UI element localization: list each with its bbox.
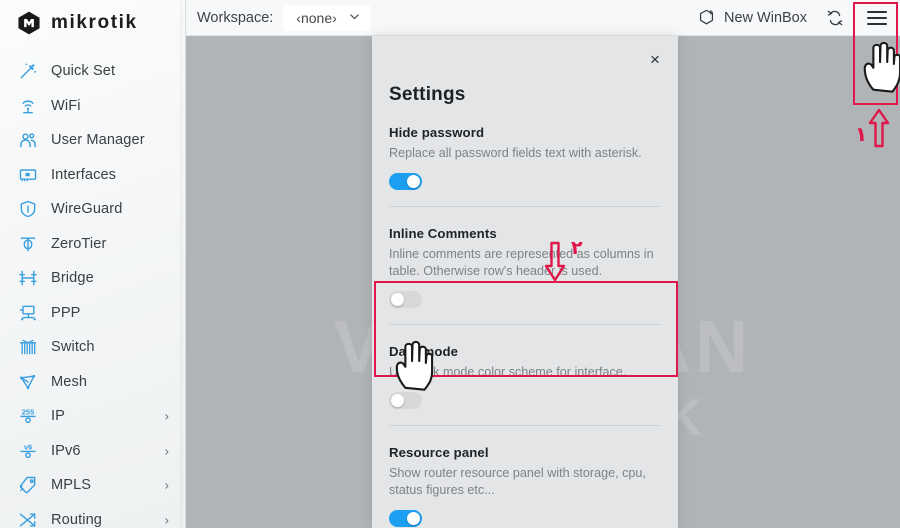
shield-icon	[16, 198, 40, 220]
toggle-knob	[407, 512, 420, 525]
sidebar-item-zerotier[interactable]: ZeroTier	[0, 227, 185, 262]
brand-name: mikrotik	[51, 12, 138, 33]
setting-dark-mode: Dark mode Use dark mode color scheme for…	[389, 324, 661, 409]
sidebar-item-label: WireGuard	[51, 201, 123, 218]
brand-logo: mikrotik	[0, 0, 185, 46]
sidebar-item-label: MPLS	[51, 477, 92, 494]
bridge-icon	[16, 267, 40, 289]
chevron-down-icon	[349, 11, 360, 25]
setting-title: Dark mode	[389, 344, 459, 359]
sidebar-item-mpls[interactable]: MPLS ›	[0, 468, 185, 503]
sidebar: mikrotik Quick Set WiFi User Manager Int…	[0, 0, 186, 528]
new-winbox-button[interactable]: New WinBox	[688, 0, 816, 35]
winbox-web-app: mikrotik Quick Set WiFi User Manager Int…	[0, 0, 900, 528]
ip-255-icon: 255	[16, 405, 40, 427]
sidebar-item-label: Routing	[51, 511, 103, 528]
sidebar-nav: Quick Set WiFi User Manager Interfaces W…	[0, 46, 185, 528]
close-icon[interactable]: ×	[644, 48, 666, 70]
settings-panel: × Settings Hide password Replace all pas…	[372, 36, 678, 528]
sidebar-item-label: IP	[51, 408, 65, 425]
sidebar-item-wifi[interactable]: WiFi	[0, 89, 185, 124]
sidebar-item-label: Switch	[51, 339, 95, 356]
toolbar-actions: New WinBox	[688, 0, 900, 35]
sidebar-item-interfaces[interactable]: Interfaces	[0, 158, 185, 193]
ppp-monitor-icon	[16, 302, 40, 324]
switch-icon	[16, 336, 40, 358]
page-title: Settings	[389, 84, 466, 105]
network-card-icon	[16, 164, 40, 186]
svg-text:v6: v6	[24, 442, 32, 451]
chevron-right-icon: ›	[164, 408, 169, 424]
hamburger-menu-button[interactable]	[854, 0, 900, 36]
inline-comments-toggle[interactable]	[389, 291, 422, 308]
users-icon	[16, 129, 40, 151]
setting-description: Use dark mode color scheme for interface…	[389, 365, 627, 379]
sidebar-item-routing[interactable]: Routing ›	[0, 503, 185, 528]
sidebar-item-label: PPP	[51, 304, 81, 321]
setting-title: Inline Comments	[389, 226, 497, 241]
wand-sparkle-icon	[16, 60, 40, 82]
sync-refresh-icon	[825, 8, 845, 28]
toggle-knob	[391, 293, 404, 306]
new-winbox-cube-icon	[697, 8, 716, 27]
sync-button[interactable]	[816, 0, 854, 35]
chevron-right-icon: ›	[164, 512, 169, 528]
zerotier-icon	[16, 233, 40, 255]
sidebar-item-ip[interactable]: 255 IP ›	[0, 399, 185, 434]
setting-inline-comments: Inline Comments Inline comments are repr…	[389, 206, 661, 308]
setting-description: Show router resource panel with storage,…	[389, 466, 646, 497]
setting-title: Hide password	[389, 125, 485, 140]
sidebar-item-bridge[interactable]: Bridge	[0, 261, 185, 296]
dark-mode-toggle[interactable]	[389, 392, 422, 409]
tag-icon	[16, 474, 40, 496]
sidebar-item-user-manager[interactable]: User Manager	[0, 123, 185, 158]
sidebar-item-quick-set[interactable]: Quick Set	[0, 54, 185, 89]
top-toolbar: Workspace: ‹none› New WinBox	[186, 0, 900, 36]
sidebar-item-label: Interfaces	[51, 166, 117, 183]
toggle-knob	[407, 175, 420, 188]
sidebar-item-label: Mesh	[51, 373, 88, 390]
chevron-right-icon: ›	[164, 443, 169, 459]
svg-text:255: 255	[22, 408, 35, 417]
sidebar-item-label: WiFi	[51, 97, 81, 114]
workspace-value: ‹none›	[296, 9, 337, 26]
sidebar-item-label: IPv6	[51, 442, 81, 459]
resource-panel-toggle[interactable]	[389, 510, 422, 527]
sidebar-item-label: Quick Set	[51, 63, 116, 80]
sidebar-item-mesh[interactable]: Mesh	[0, 365, 185, 400]
setting-description: Inline comments are represented as colum…	[389, 247, 654, 278]
sidebar-item-label: ZeroTier	[51, 235, 107, 252]
routing-arrows-icon	[16, 509, 40, 528]
ipv6-icon: v6	[16, 440, 40, 462]
mesh-icon	[16, 371, 40, 393]
new-winbox-label: New WinBox	[724, 9, 807, 26]
hamburger-menu-icon	[867, 7, 887, 29]
setting-hide-password: Hide password Replace all password field…	[389, 106, 661, 190]
settings-list: Hide password Replace all password field…	[372, 106, 678, 528]
sidebar-item-ipv6[interactable]: v6 IPv6 ›	[0, 434, 185, 469]
workspace-label: Workspace:	[197, 9, 274, 26]
wifi-icon	[16, 95, 40, 117]
sidebar-item-switch[interactable]: Switch	[0, 330, 185, 365]
hide-password-toggle[interactable]	[389, 173, 422, 190]
setting-description: Replace all password fields text with as…	[389, 146, 642, 160]
sidebar-item-ppp[interactable]: PPP	[0, 296, 185, 331]
workspace-select[interactable]: ‹none›	[283, 4, 371, 31]
sidebar-item-label: User Manager	[51, 132, 145, 149]
mikrotik-cube-icon	[16, 10, 42, 36]
sidebar-item-label: Bridge	[51, 270, 94, 287]
setting-title: Resource panel	[389, 445, 489, 460]
chevron-right-icon: ›	[164, 477, 169, 493]
setting-resource-panel: Resource panel Show router resource pane…	[389, 425, 661, 527]
sidebar-item-wireguard[interactable]: WireGuard	[0, 192, 185, 227]
toggle-knob	[391, 394, 404, 407]
